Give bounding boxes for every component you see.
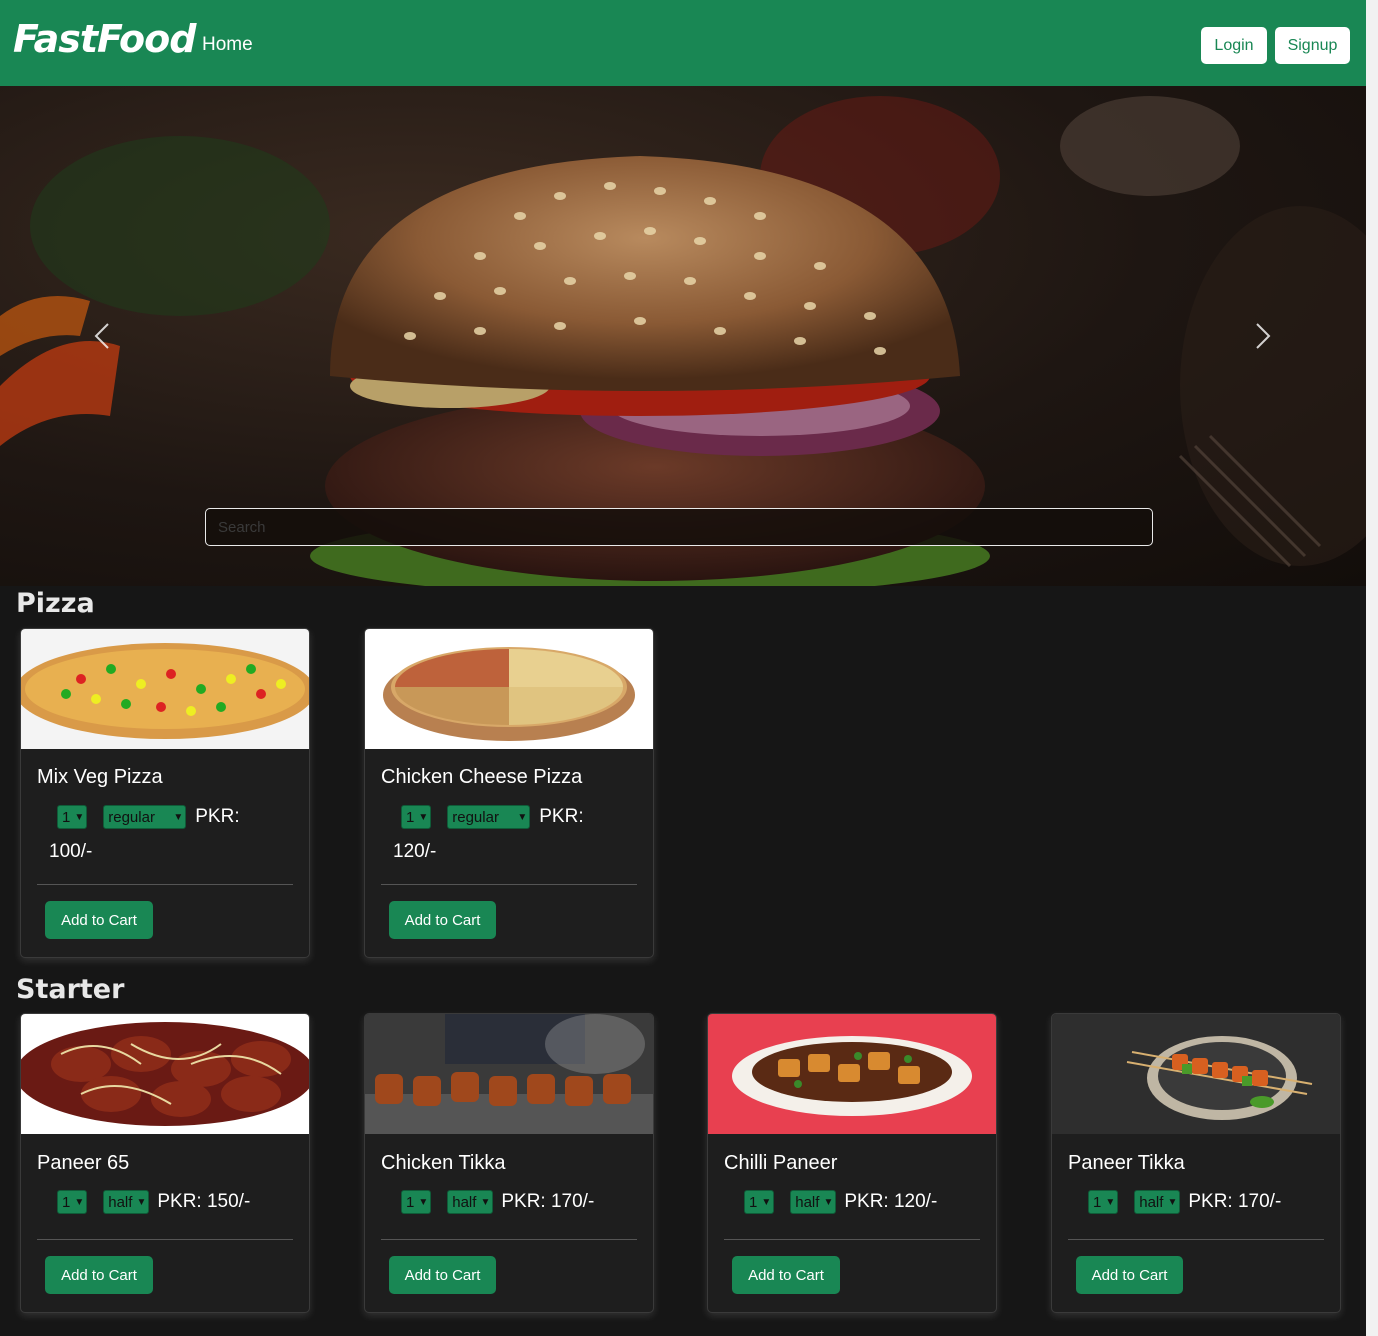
card-divider (381, 884, 637, 885)
food-card: Paneer Tikka 1 ▼ half ▼ PKR: 170/- Add to … (1051, 1013, 1341, 1313)
login-button[interactable]: Login (1201, 27, 1267, 64)
price-label: PKR: (195, 806, 240, 827)
quantity-select[interactable]: 1 ▼ (401, 805, 432, 829)
food-card: Mix Veg Pizza 1 ▼ regular ▼ PKR: 100/- Add… (20, 628, 310, 958)
add-to-cart-button[interactable]: Add to Cart (389, 1256, 496, 1294)
size-select[interactable]: regular ▼ (103, 805, 187, 829)
carousel-next-button[interactable] (1249, 316, 1279, 356)
quantity-select[interactable]: 1 ▼ (57, 805, 88, 829)
price-label: PKR: 150/- (157, 1191, 251, 1212)
food-image (21, 1014, 309, 1134)
food-card: Chicken Cheese Pizza 1 ▼ regular ▼ PKR: 12… (364, 628, 654, 958)
chevron-down-icon: ▼ (74, 1196, 85, 1208)
chevron-down-icon: ▼ (173, 811, 184, 823)
signup-button[interactable]: Signup (1275, 27, 1350, 64)
section-title-starter: Starter (16, 974, 125, 1005)
add-to-cart-button[interactable]: Add to Cart (732, 1256, 840, 1294)
size-select[interactable]: half ▼ (447, 1190, 494, 1214)
chevron-right-icon (1256, 323, 1271, 349)
nav-link-home[interactable]: Home (202, 34, 253, 56)
food-name: Chicken Tikka (381, 1152, 506, 1174)
price-label: PKR: 120/- (844, 1191, 938, 1212)
price-value: 100/- (49, 841, 93, 862)
chevron-down-icon: ▼ (480, 1196, 491, 1208)
chevron-down-icon: ▼ (1167, 1196, 1178, 1208)
food-card: Chilli Paneer 1 ▼ half ▼ PKR: 120/- Add to… (707, 1013, 997, 1313)
item-controls: 1 ▼ half ▼ PKR: 170/- (401, 1190, 594, 1214)
food-card: Paneer 65 1 ▼ half ▼ PKR: 150/- Add to Car… (20, 1013, 310, 1313)
item-controls: 1 ▼ half ▼ PKR: 150/- (57, 1190, 250, 1214)
add-to-cart-button[interactable]: Add to Cart (45, 901, 153, 939)
chevron-down-icon: ▼ (517, 811, 528, 823)
food-image (708, 1014, 996, 1134)
item-controls: 1 ▼ half ▼ PKR: 170/- (1088, 1190, 1281, 1214)
carousel-prev-button[interactable] (88, 316, 118, 356)
food-name: Mix Veg Pizza (37, 766, 163, 788)
navbar: FastFood Home Login Signup (0, 0, 1366, 86)
size-select[interactable]: regular ▼ (447, 805, 531, 829)
chevron-down-icon: ▼ (418, 811, 429, 823)
food-name: Paneer Tikka (1068, 1152, 1185, 1174)
card-divider (724, 1239, 980, 1240)
add-to-cart-button[interactable]: Add to Cart (1076, 1256, 1183, 1294)
size-select[interactable]: half ▼ (103, 1190, 150, 1214)
food-name: Chilli Paneer (724, 1152, 838, 1174)
item-controls: 1 ▼ regular ▼ PKR: (57, 805, 240, 829)
quantity-select[interactable]: 1 ▼ (744, 1190, 775, 1214)
add-to-cart-button[interactable]: Add to Cart (45, 1256, 153, 1294)
price-label: PKR: 170/- (1188, 1191, 1282, 1212)
food-name: Paneer 65 (37, 1152, 130, 1174)
card-divider (37, 1239, 293, 1240)
food-image (1052, 1014, 1340, 1134)
food-name: Chicken Cheese Pizza (381, 766, 583, 788)
quantity-select[interactable]: 1 ▼ (57, 1190, 88, 1214)
card-divider (37, 884, 293, 885)
hero-carousel (0, 86, 1366, 586)
chevron-down-icon: ▼ (418, 1196, 429, 1208)
food-image (365, 1014, 653, 1134)
chevron-down-icon: ▼ (823, 1196, 834, 1208)
size-select[interactable]: half ▼ (790, 1190, 837, 1214)
item-controls: 1 ▼ regular ▼ PKR: (401, 805, 584, 829)
scrollbar[interactable] (1366, 0, 1378, 1336)
chevron-down-icon: ▼ (1105, 1196, 1116, 1208)
quantity-select[interactable]: 1 ▼ (401, 1190, 432, 1214)
price-value: 120/- (393, 841, 437, 862)
food-image (365, 629, 653, 749)
item-controls: 1 ▼ half ▼ PKR: 120/- (744, 1190, 937, 1214)
card-divider (381, 1239, 637, 1240)
quantity-select[interactable]: 1 ▼ (1088, 1190, 1119, 1214)
price-label: PKR: (539, 806, 584, 827)
chevron-down-icon: ▼ (136, 1196, 147, 1208)
add-to-cart-button[interactable]: Add to Cart (389, 901, 496, 939)
search-input[interactable] (205, 508, 1153, 546)
brand-logo[interactable]: FastFood (13, 20, 196, 58)
price-label: PKR: 170/- (501, 1191, 595, 1212)
chevron-down-icon: ▼ (761, 1196, 772, 1208)
size-select[interactable]: half ▼ (1134, 1190, 1181, 1214)
food-image (21, 629, 309, 749)
chevron-down-icon: ▼ (74, 811, 85, 823)
food-card: Chicken Tikka 1 ▼ half ▼ PKR: 170/- Add to… (364, 1013, 654, 1313)
chevron-left-icon (94, 323, 109, 349)
section-title-pizza: Pizza (16, 588, 95, 619)
card-divider (1068, 1239, 1324, 1240)
